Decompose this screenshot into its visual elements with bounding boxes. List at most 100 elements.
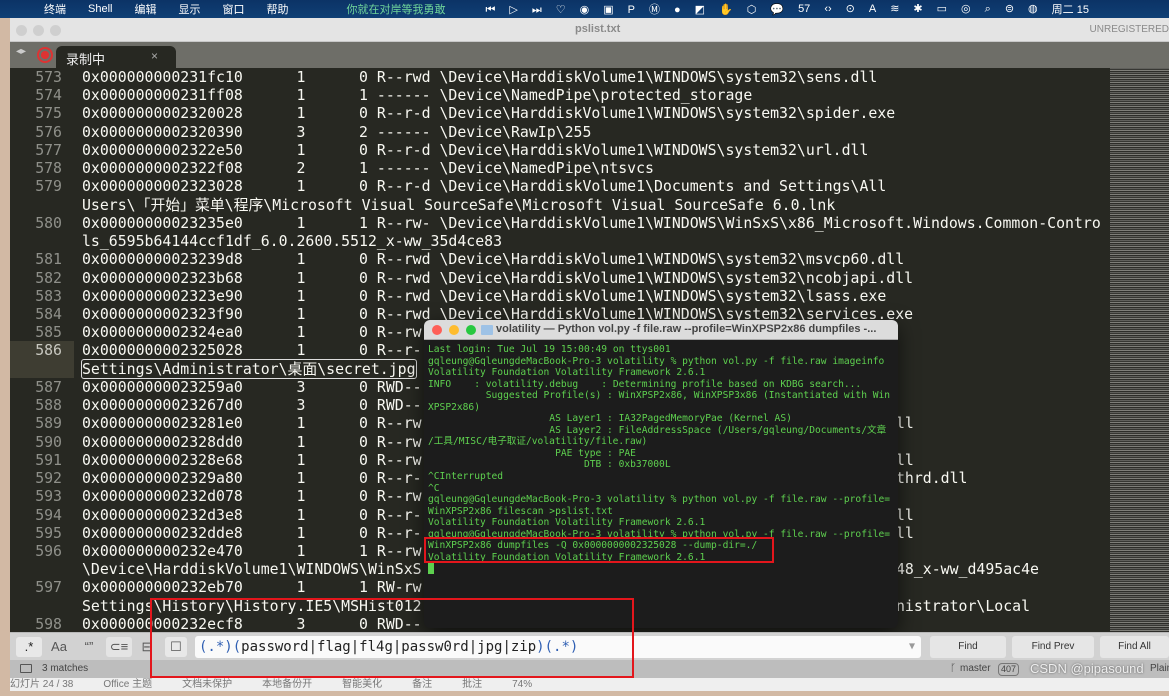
menubar-status-icon[interactable]: ⏮ <box>485 4 495 16</box>
line-text: \Device\HarddiskVolume1\WINDOWS\WinSxS <box>82 560 422 579</box>
menubar-status-icon[interactable]: ⌕ <box>985 3 991 15</box>
git-change-count[interactable]: 407 <box>998 663 1020 676</box>
history-dropdown-icon[interactable]: ▼ <box>909 636 915 658</box>
menubar-status-icon[interactable]: A <box>869 3 876 15</box>
line-number: 578 <box>35 159 62 178</box>
line-text: 0x0000000002328e68 1 0 R--rw <box>82 450 422 469</box>
line-text: 0x00000000023235e0 1 1 R--rw- \Device\Ha… <box>82 213 1101 232</box>
whole-word-toggle[interactable]: “” <box>76 637 102 657</box>
wrap-toggle[interactable]: ⊂≡ <box>106 637 132 657</box>
line-number: 579 <box>35 177 62 196</box>
menubar-status-icon[interactable]: ● <box>674 4 681 16</box>
line-text-tail: nistrator\Local <box>896 596 1031 615</box>
terminal-zoom-button[interactable] <box>466 325 476 335</box>
menu-window[interactable]: 窗口 <box>222 1 244 17</box>
menubar-status-icon[interactable]: ≋ <box>890 3 899 15</box>
panel-toggle-icon[interactable] <box>20 664 32 673</box>
regex-toggle[interactable]: .* <box>16 637 42 657</box>
terminal-line: DTB : 0xb37000L <box>428 459 671 471</box>
menubar-status-icon[interactable]: ▭ <box>937 3 947 15</box>
line-number: 583 <box>35 286 62 305</box>
menubar-status-icon[interactable]: ✋ <box>719 4 733 16</box>
line-number: 577 <box>35 140 62 159</box>
wps-status-item: 备注 <box>412 679 433 690</box>
line-text: 0x00000000023267d0 3 0 RWD-- <box>82 396 422 415</box>
tab-bar: ◂▸ 录制中 × <box>10 42 1169 68</box>
terminal-window[interactable]: volatility — Python vol.py -f file.raw -… <box>424 320 898 628</box>
terminal-minimize-button[interactable] <box>449 325 459 335</box>
line-number: 595 <box>35 523 62 542</box>
menubar-status-icon[interactable]: ♡ <box>556 4 566 16</box>
status-icons: ⏮ ▷ ⏭ ♡ ◉ ▣ P Ⓜ ● ◩ ✋ ⬡ 💬 <box>485 1 798 17</box>
line-number: 581 <box>35 250 62 269</box>
menubar-status-icon[interactable]: P <box>628 4 635 16</box>
menubar-status-icon[interactable]: ▷ <box>509 4 517 16</box>
menubar-status-icon[interactable]: ◩ <box>695 4 705 16</box>
line-text: 0x0000000002320028 1 0 R--r-d \Device\Ha… <box>82 104 896 123</box>
line-number: 594 <box>35 505 62 524</box>
terminal-line: AS Layer2 : FileAddressSpace (/Users/gql… <box>428 424 887 436</box>
line-number: 576 <box>35 122 62 141</box>
zoom-button[interactable] <box>50 25 61 36</box>
minimap[interactable] <box>1110 68 1169 632</box>
line-text-tail: ll <box>896 450 914 469</box>
line-number: 597 <box>35 578 62 597</box>
terminal-cursor <box>428 563 434 575</box>
find-prev-button[interactable]: Find Prev <box>1012 636 1094 658</box>
wechat-badge-count[interactable]: 57 <box>798 3 810 15</box>
line-number: 573 <box>35 68 62 86</box>
line-number: 584 <box>35 304 62 323</box>
wps-status-item: 批注 <box>462 679 483 690</box>
terminal-line: Suggested Profile(s) : WinXPSP2x86, WinX… <box>428 390 891 402</box>
clock[interactable]: 周二 15 <box>1052 1 1089 17</box>
csdn-watermark: CSDN @pipasound <box>1030 661 1144 676</box>
line-text: 0x00000000023259a0 3 0 RWD-- <box>82 377 422 396</box>
tab-close-icon[interactable]: × <box>151 49 158 63</box>
menubar-status-icon[interactable]: ✱ <box>913 3 922 15</box>
line-number: 592 <box>35 469 62 488</box>
line-text-tail: ll <box>896 523 914 542</box>
line-text: 0x00000000023239d8 1 0 R--rwd \Device\Ha… <box>82 250 905 269</box>
menubar-status-icon[interactable]: ◉ <box>580 4 590 16</box>
terminal-title: volatility — Python vol.py -f file.raw -… <box>496 323 877 335</box>
title-bar: pslist.txt UNREGISTERED <box>10 18 1169 42</box>
menubar-status-icon[interactable]: ‹› <box>824 3 831 15</box>
git-branch[interactable]: master <box>960 660 991 678</box>
editor-line: 576 0x0000000002320390 3 2 ------ \Device… <box>10 123 1110 141</box>
menubar-status-icon[interactable]: 💬 <box>770 4 784 16</box>
menubar-status-icon[interactable]: ◍ <box>1028 3 1038 15</box>
minimize-button[interactable] <box>33 25 44 36</box>
menubar-status-icon[interactable]: ⊜ <box>1005 3 1014 15</box>
search-match-highlight: Settings\Administrator\桌面\secret.jpg <box>81 358 417 379</box>
tab-pslist[interactable]: 录制中 × <box>56 46 176 68</box>
annotation-box-dump-command <box>424 537 774 563</box>
wps-status-item: 智能美化 <box>342 679 383 690</box>
menubar-status-icon[interactable]: ◎ <box>961 3 971 15</box>
unregistered-label: UNREGISTERED <box>1089 24 1169 35</box>
line-number: 593 <box>35 487 62 506</box>
menu-help[interactable]: 帮助 <box>266 1 288 17</box>
git-branch-icon: ᚴ <box>950 663 956 674</box>
case-sensitive-toggle[interactable]: Aa <box>46 637 72 657</box>
menu-view[interactable]: 显示 <box>178 1 200 17</box>
line-text: 0x000000000232e470 1 1 R--rw <box>82 541 422 560</box>
menu-edit[interactable]: 编辑 <box>134 1 156 17</box>
terminal-close-button[interactable] <box>432 325 442 335</box>
recording-label: 录制中 <box>66 52 106 67</box>
menubar-status-icon[interactable]: ⬡ <box>747 4 757 16</box>
menubar-status-icon[interactable]: ▣ <box>603 4 613 16</box>
menubar-status-icon[interactable]: ⊙ <box>846 3 855 15</box>
menubar-status-icon[interactable]: ⏭ <box>532 4 542 16</box>
line-text: 0x0000000002322f08 2 1 ------ \Device\Na… <box>82 159 654 178</box>
menu-shell[interactable]: Shell <box>88 3 112 15</box>
menubar-status-icon[interactable]: Ⓜ <box>649 4 660 16</box>
find-button[interactable]: Find <box>930 636 1006 658</box>
line-text: 0x0000000002323b68 1 0 R--rwd \Device\Ha… <box>82 268 914 287</box>
find-all-button[interactable]: Find All <box>1100 636 1169 658</box>
close-button[interactable] <box>16 25 27 36</box>
line-number: 596 <box>35 541 62 560</box>
editor-line: 573 0x000000000231fc10 1 0 R--rwd \Device… <box>10 68 1110 86</box>
tab-nav-arrows-icon[interactable]: ◂▸ <box>16 46 26 57</box>
line-text-tail: 48_x-ww_d495ac4e <box>896 560 1039 579</box>
menu-terminal[interactable]: 终端 <box>44 1 66 17</box>
